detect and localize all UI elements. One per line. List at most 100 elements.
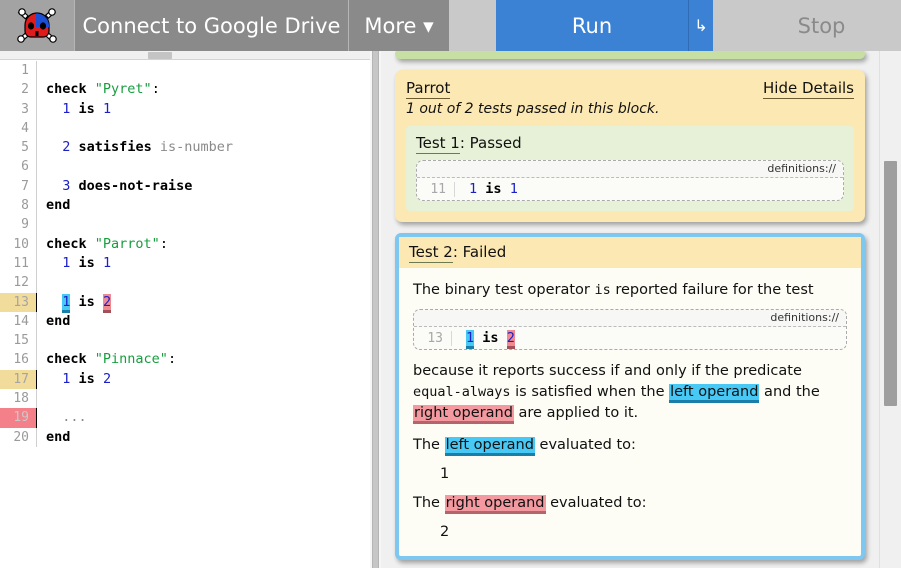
right-operand-intro: The right operand evaluated to: bbox=[413, 493, 847, 514]
code-line-number: 6 bbox=[0, 157, 37, 177]
code-token: is bbox=[78, 293, 95, 310]
more-menu-button[interactable]: More ▾ bbox=[348, 0, 449, 51]
explanation-part-c: and the bbox=[759, 384, 820, 400]
run-button[interactable]: Run bbox=[496, 0, 688, 51]
code-token: "Pyret" bbox=[94, 81, 152, 98]
failure-operator: is bbox=[594, 282, 611, 298]
test-2-source-line-number: 13 bbox=[414, 330, 452, 346]
hide-details-link[interactable]: Hide Details bbox=[763, 79, 854, 99]
code-token: 1 bbox=[466, 330, 475, 349]
toolbar: Connect to Google Drive More ▾ Run ↳ Sto… bbox=[0, 0, 901, 51]
previous-check-block-partial[interactable] bbox=[395, 51, 865, 59]
code-token: end bbox=[46, 312, 71, 329]
code-token: check bbox=[46, 235, 87, 252]
check-block-parrot: Parrot Hide Details 1 out of 2 tests pas… bbox=[395, 70, 865, 222]
test-2-source-path: definitions:// bbox=[414, 310, 846, 327]
code-line[interactable]: 3 1 is 1 bbox=[0, 99, 370, 119]
results-vertical-scrollbar-thumb[interactable] bbox=[884, 161, 897, 406]
code-line[interactable]: 8 end bbox=[0, 196, 370, 216]
code-line-source: end bbox=[37, 312, 370, 331]
code-line[interactable]: 16 check "Pinnace": bbox=[0, 350, 370, 370]
code-line[interactable]: 19 ... bbox=[0, 408, 370, 428]
code-line-source: 1 is 1 bbox=[37, 100, 370, 119]
code-line-number: 2 bbox=[0, 80, 37, 100]
check-block-header: Parrot Hide Details bbox=[406, 79, 854, 99]
editor-horizontal-scrollbar[interactable] bbox=[0, 51, 370, 60]
code-token: 2 bbox=[102, 293, 112, 313]
code-line[interactable]: 7 3 does-not-raise bbox=[0, 176, 370, 197]
pane-splitter[interactable] bbox=[370, 51, 381, 568]
code-editor-pane[interactable]: 1 2 check "Pyret": 3 1 is 145 2 satisfies i… bbox=[0, 51, 370, 568]
code-token: ... bbox=[62, 409, 87, 426]
run-label: Run bbox=[571, 13, 613, 38]
test-1-source-code: 1 is 1 bbox=[455, 181, 518, 197]
code-line-source: end bbox=[37, 196, 370, 215]
code-line[interactable]: 11 1 is 1 bbox=[0, 253, 370, 274]
results-vertical-scrollbar[interactable] bbox=[879, 51, 901, 568]
explanation-left-operand: left operand bbox=[669, 384, 760, 403]
code-line[interactable]: 10 check "Parrot": bbox=[0, 234, 370, 254]
code-token: "Parrot" bbox=[94, 235, 160, 252]
check-block-title[interactable]: Parrot bbox=[406, 79, 451, 99]
editor-horizontal-scrollbar-thumb[interactable] bbox=[148, 52, 172, 59]
pirate-skull-logo[interactable] bbox=[0, 0, 74, 51]
code-line[interactable]: 17 1 is 2 bbox=[0, 369, 370, 390]
connect-google-drive-label: Connect to Google Drive bbox=[82, 13, 341, 38]
code-token: check bbox=[46, 81, 87, 98]
code-token: 1 bbox=[469, 181, 478, 197]
stop-label: Stop bbox=[797, 13, 846, 38]
code-line[interactable]: 2 check "Pyret": bbox=[0, 80, 370, 100]
code-line-number: 12 bbox=[0, 273, 37, 293]
code-line[interactable]: 20 end bbox=[0, 427, 370, 447]
code-line[interactable]: 13 1 is 2 bbox=[0, 292, 370, 313]
code-token: end bbox=[46, 428, 71, 445]
code-line-number: 17 bbox=[0, 369, 37, 390]
test-2-body: The binary test operator is reported fai… bbox=[399, 268, 861, 556]
test-1-link[interactable]: Test 1 bbox=[416, 134, 460, 154]
code-line[interactable]: 12 bbox=[0, 273, 370, 293]
code-line[interactable]: 6 bbox=[0, 157, 370, 177]
code-token: is bbox=[78, 100, 95, 117]
code-token: is bbox=[78, 254, 95, 271]
connect-google-drive-button[interactable]: Connect to Google Drive bbox=[74, 0, 348, 51]
test-2-source-box: definitions:// 13 1 is 2 bbox=[413, 309, 847, 350]
explanation-predicate: equal-always bbox=[413, 384, 511, 400]
test-2-link[interactable]: Test 2 bbox=[409, 243, 453, 263]
code-line[interactable]: 14 end bbox=[0, 311, 370, 332]
code-line-number: 20 bbox=[0, 427, 37, 447]
code-line-number: 15 bbox=[0, 331, 37, 351]
test-1-source-path: definitions:// bbox=[417, 161, 843, 178]
code-line-number: 9 bbox=[0, 215, 37, 235]
run-dropdown-button[interactable]: ↳ bbox=[688, 0, 713, 51]
code-line[interactable]: 9 bbox=[0, 215, 370, 235]
code-line[interactable]: 1 bbox=[0, 61, 370, 81]
code-line-number: 1 bbox=[0, 61, 37, 81]
left-intro-suffix: evaluated to: bbox=[534, 437, 636, 453]
test-result-failed: Test 2: Failed The binary test operator … bbox=[395, 233, 865, 560]
code-line-number: 14 bbox=[0, 311, 37, 332]
code-line-source: 3 does-not-raise bbox=[37, 177, 370, 196]
code-token: : bbox=[151, 81, 160, 98]
test-1-status: : Passed bbox=[459, 134, 522, 152]
code-line[interactable]: 18 bbox=[0, 389, 370, 409]
pane-splitter-handle[interactable] bbox=[372, 51, 379, 568]
code-line[interactable]: 5 2 satisfies is-number bbox=[0, 138, 370, 158]
code-line[interactable]: 4 bbox=[0, 118, 370, 139]
code-line-source: check "Parrot": bbox=[37, 235, 370, 254]
toolbar-spacer-right bbox=[713, 0, 742, 51]
left-intro-prefix: The bbox=[413, 437, 445, 453]
code-line[interactable]: 15 bbox=[0, 331, 370, 351]
code-line-number: 11 bbox=[0, 253, 37, 274]
code-editor-text[interactable]: 1 2 check "Pyret": 3 1 is 145 2 satisfies i… bbox=[0, 61, 370, 556]
